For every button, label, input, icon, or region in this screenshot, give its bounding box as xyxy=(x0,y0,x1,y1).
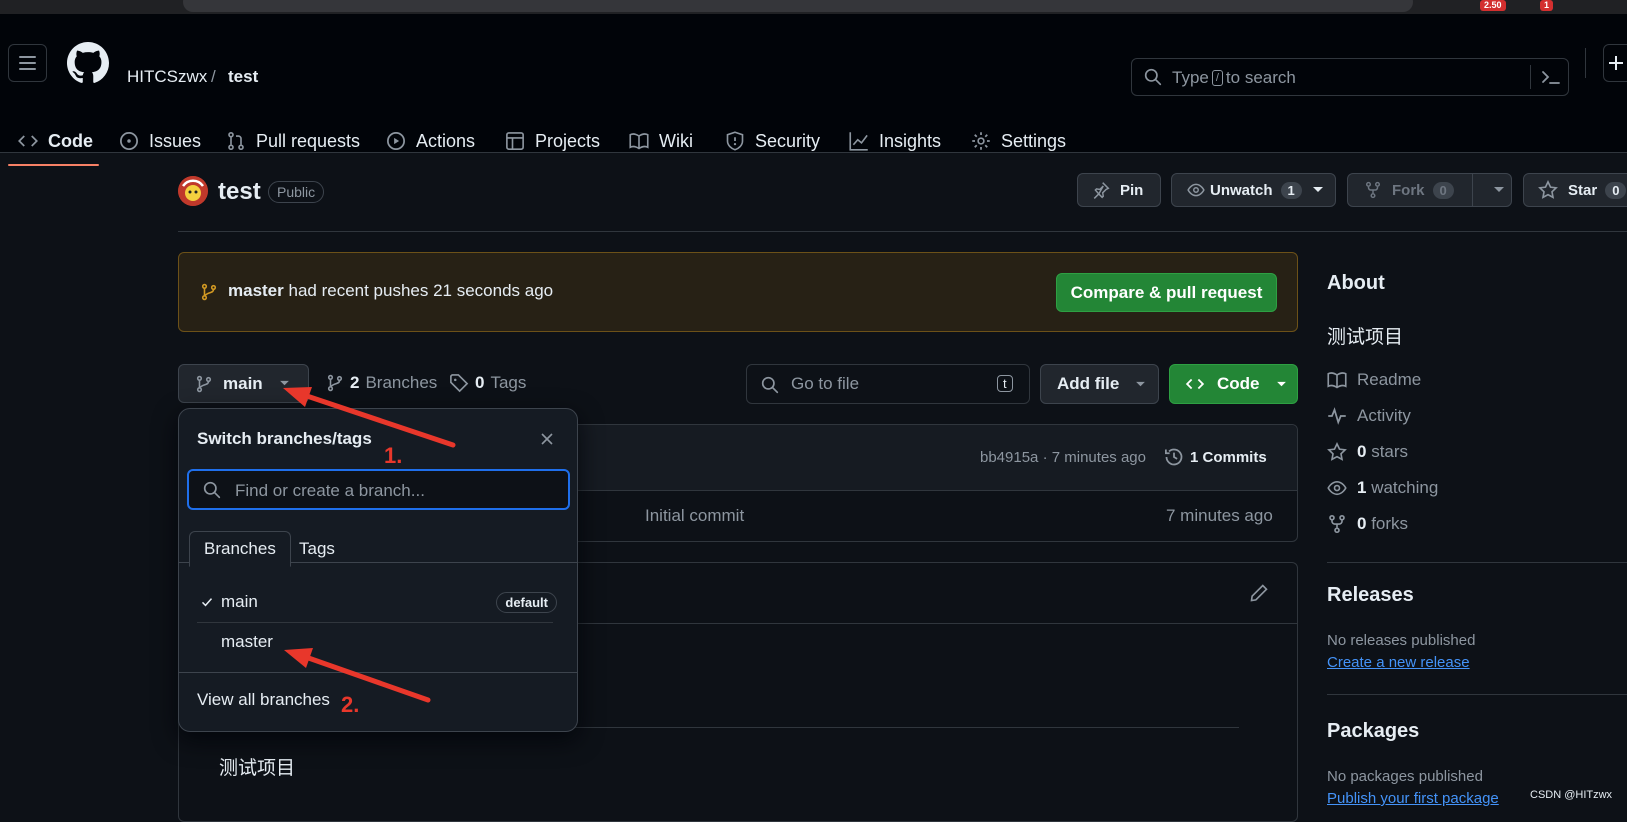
annotation-arrows xyxy=(283,387,456,703)
annotation-arrow-1 xyxy=(295,390,456,448)
annotation-arrow-2 xyxy=(297,652,431,703)
annotation-step-2: 2. xyxy=(341,692,360,717)
annotation-step-1: 1. xyxy=(384,443,403,468)
annotation-arrowhead-2 xyxy=(284,648,313,668)
annotation-arrowhead-1 xyxy=(283,387,312,407)
watermark: CSDN @HITzwx xyxy=(1530,789,1613,801)
